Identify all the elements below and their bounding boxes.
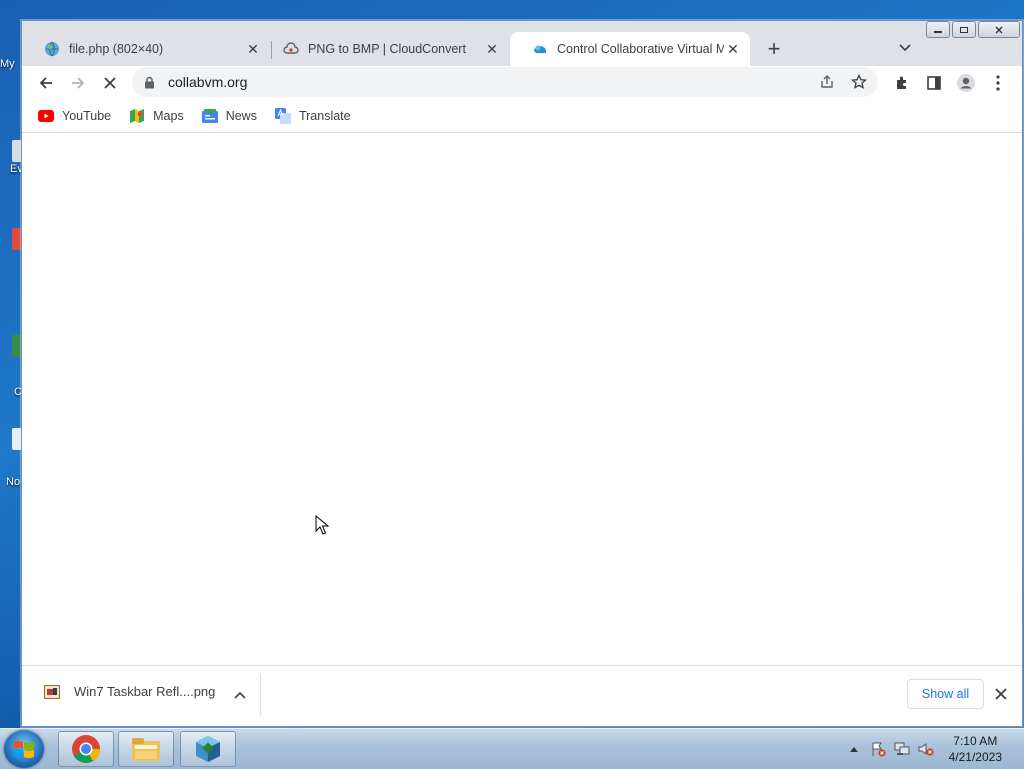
forward-arrow-icon	[72, 77, 85, 89]
bookmark-news[interactable]: News	[201, 108, 257, 124]
virtualbox-icon	[196, 736, 220, 762]
action-center-flag-icon[interactable]	[869, 740, 887, 758]
tab-cloudconvert[interactable]: PNG to BMP | CloudConvert ✕	[261, 32, 509, 66]
profile-button[interactable]	[952, 69, 980, 97]
tab-title: PNG to BMP | CloudConvert	[308, 42, 466, 56]
tab-search-chevron-icon[interactable]	[892, 35, 918, 61]
close-window-button[interactable]	[978, 21, 1020, 38]
bookmark-youtube[interactable]: YouTube	[38, 108, 111, 124]
tab-close-icon[interactable]: ✕	[244, 40, 262, 58]
chrome-icon	[72, 735, 100, 763]
image-file-icon	[44, 684, 60, 699]
tab-title: Control Collaborative Virtual Ma	[557, 42, 724, 56]
stop-icon	[104, 77, 116, 89]
cloudconvert-icon	[283, 41, 299, 57]
bookmark-label: YouTube	[62, 109, 112, 123]
forward-button[interactable]	[64, 69, 92, 97]
taskbar-clock[interactable]: 7:10 AM 4/21/2023	[949, 733, 1002, 765]
bookmark-translate[interactable]: Translate	[274, 108, 351, 124]
puzzle-icon	[897, 76, 906, 89]
network-icon[interactable]	[893, 740, 911, 758]
tab-close-icon[interactable]: ✕	[483, 40, 501, 58]
minimize-button[interactable]	[926, 21, 950, 38]
back-button[interactable]	[32, 69, 60, 97]
maps-icon	[129, 108, 145, 124]
volume-muted-icon[interactable]	[917, 740, 935, 758]
taskbar-explorer[interactable]	[118, 731, 174, 767]
page-content[interactable]	[22, 133, 1022, 666]
show-hidden-icons-arrow-icon[interactable]	[845, 740, 863, 758]
lock-icon[interactable]	[144, 76, 158, 89]
profile-avatar-icon	[957, 74, 975, 92]
omnibox-actions	[814, 67, 872, 97]
download-item[interactable]: Win7 Taskbar Refl....png	[44, 684, 215, 699]
bookmark-maps[interactable]: Maps	[129, 108, 184, 124]
bookmark-label: Maps	[153, 109, 184, 123]
download-options-chevron-icon[interactable]	[229, 684, 251, 706]
more-vert-icon	[996, 75, 1000, 91]
back-arrow-icon	[39, 77, 52, 89]
news-icon	[201, 108, 218, 124]
collabvm-icon	[532, 41, 548, 57]
download-file-name: Win7 Taskbar Refl....png	[74, 684, 216, 699]
show-all-downloads-button[interactable]: Show all	[907, 679, 984, 709]
extensions-button[interactable]	[888, 69, 916, 97]
stop-loading-button[interactable]	[96, 69, 124, 97]
taskbar-chrome[interactable]	[58, 731, 114, 767]
share-icon[interactable]	[814, 69, 840, 95]
new-tab-button[interactable]: +	[760, 35, 788, 63]
maximize-button[interactable]	[952, 21, 976, 38]
youtube-icon	[38, 108, 54, 124]
browser-window: file.php (802×40) ✕ PNG to BMP | CloudCo…	[21, 20, 1023, 727]
download-bar: Win7 Taskbar Refl....png Show all	[22, 665, 1022, 726]
taskbar-virtualbox[interactable]	[180, 731, 236, 767]
explorer-icon	[132, 738, 160, 761]
windows-logo-icon	[14, 740, 34, 759]
clock-date: 4/21/2023	[948, 750, 1002, 764]
globe-icon	[44, 41, 60, 57]
clock-time: 7:10 AM	[953, 734, 998, 748]
windows-taskbar: 7:10 AM 4/21/2023	[0, 728, 1024, 769]
desktop-icon-label-my-computer[interactable]: My	[0, 58, 22, 70]
bookmark-label: Translate	[298, 109, 351, 123]
tab-close-icon[interactable]: ✕	[724, 40, 742, 58]
window-controls	[926, 21, 1020, 38]
bookmarks-bar: YouTube Maps News Translate	[22, 100, 1022, 133]
bookmark-star-icon[interactable]	[846, 69, 872, 95]
tab-strip: file.php (802×40) ✕ PNG to BMP | CloudCo…	[22, 21, 1022, 66]
chrome-menu-button[interactable]	[984, 69, 1012, 97]
side-panel-button[interactable]	[920, 69, 948, 97]
translate-icon	[274, 108, 291, 124]
bookmark-label: News	[225, 109, 257, 123]
address-bar[interactable]: collabvm.org	[132, 67, 878, 97]
mouse-cursor-icon	[315, 515, 329, 535]
tab-title: file.php (802×40)	[69, 42, 164, 56]
address-url[interactable]: collabvm.org	[168, 74, 247, 90]
browser-toolbar: collabvm.org	[22, 66, 1022, 100]
start-button[interactable]	[4, 730, 44, 768]
tab-collabvm[interactable]: Control Collaborative Virtual Ma ✕	[510, 32, 750, 66]
download-divider	[260, 674, 261, 716]
close-download-bar-icon[interactable]	[990, 683, 1012, 705]
system-tray: 7:10 AM 4/21/2023	[839, 729, 1024, 769]
tab-file-php[interactable]: file.php (802×40) ✕	[22, 32, 270, 66]
side-panel-icon	[927, 76, 941, 90]
